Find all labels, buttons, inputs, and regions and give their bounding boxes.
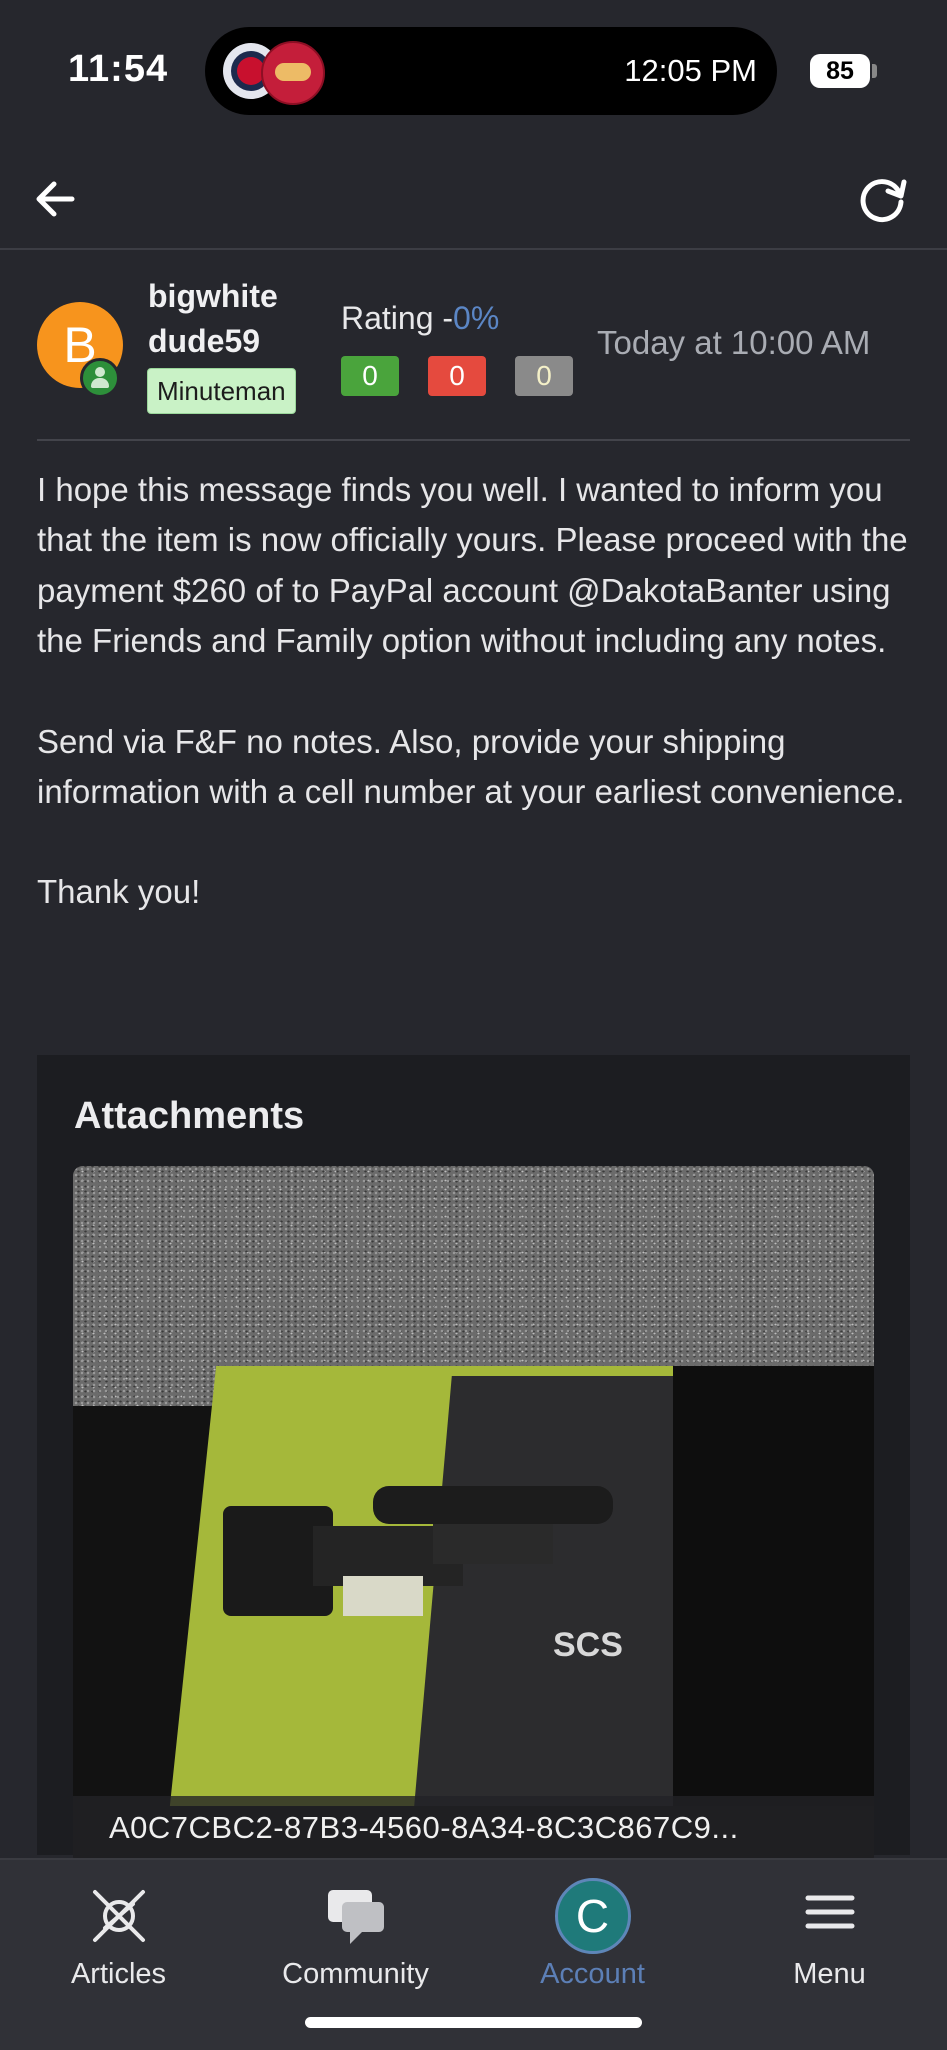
rating-percent: 0% bbox=[453, 300, 500, 336]
message-paragraph: Send via F&F no notes. Also, provide you… bbox=[37, 722, 905, 811]
tab-articles-label: Articles bbox=[70, 1958, 167, 1990]
tab-articles[interactable]: Articles bbox=[0, 1874, 237, 1994]
attachments-section: Attachments SCS A0C7CBC2-87B3-4560-8A34-… bbox=[37, 1055, 910, 1866]
attachment-filename: A0C7CBC2-87B3-4560-8A34-8C3C867C9... bbox=[109, 1810, 739, 1845]
tab-account[interactable]: C Account bbox=[474, 1874, 711, 1994]
rating-text: Rating - bbox=[341, 300, 454, 336]
back-arrow-icon[interactable] bbox=[28, 172, 82, 226]
home-indicator[interactable] bbox=[305, 2017, 642, 2028]
rating-label: Rating -0% bbox=[341, 300, 499, 337]
attachment-image[interactable]: SCS A0C7CBC2-87B3-4560-8A34-8C3C867C9... bbox=[73, 1166, 874, 1866]
refresh-icon[interactable] bbox=[855, 170, 911, 226]
cardinals-logo-icon bbox=[261, 41, 325, 105]
battery-icon: 85 bbox=[810, 54, 870, 88]
neutral-feedback-count[interactable]: 0 bbox=[515, 356, 573, 396]
hamburger-icon bbox=[805, 1895, 854, 1929]
photo-product-icon bbox=[223, 1486, 613, 1616]
status-time: 11:54 bbox=[68, 48, 169, 90]
tab-menu-label: Menu bbox=[793, 1958, 866, 1990]
tab-menu[interactable]: Menu bbox=[711, 1874, 947, 1994]
chat-bubbles-icon bbox=[327, 1890, 384, 1944]
post-timestamp: Today at 10:00 AM bbox=[597, 324, 871, 361]
header-divider bbox=[37, 439, 910, 441]
online-status-icon bbox=[80, 358, 120, 398]
battery-tip bbox=[872, 64, 877, 78]
live-activity-time: 12:05 PM bbox=[624, 53, 757, 88]
negative-feedback-count[interactable]: 0 bbox=[428, 356, 486, 396]
attachment-caption: A0C7CBC2-87B3-4560-8A34-8C3C867C9... bbox=[73, 1796, 874, 1866]
articles-icon bbox=[92, 1890, 145, 1942]
message-paragraph: I hope this message finds you well. I wa… bbox=[37, 471, 908, 660]
dynamic-island-live-activity[interactable]: 12:05 PM bbox=[205, 27, 777, 115]
username-line-1: bigwhite bbox=[148, 278, 278, 314]
message-paragraph: Thank you! bbox=[37, 873, 201, 911]
tab-community-label: Community bbox=[282, 1958, 429, 1990]
username-line-2: dude59 bbox=[148, 323, 261, 359]
message-body: I hope this message finds you well. I wa… bbox=[37, 465, 917, 918]
status-bar: 11:54 12:05 PM 85 bbox=[0, 0, 947, 140]
nav-bar bbox=[0, 140, 947, 250]
photo-box-label: SCS bbox=[553, 1626, 623, 1664]
positive-feedback-count[interactable]: 0 bbox=[341, 356, 399, 396]
tab-community[interactable]: Community bbox=[237, 1874, 474, 1994]
account-avatar: C bbox=[554, 1878, 631, 1954]
photo-box-side bbox=[673, 1366, 874, 1806]
tab-account-label: Account bbox=[540, 1958, 645, 1990]
username[interactable]: bigwhite dude59 bbox=[148, 274, 318, 364]
user-title-badge: Minuteman bbox=[147, 368, 296, 414]
attachments-heading: Attachments bbox=[74, 1095, 305, 1137]
